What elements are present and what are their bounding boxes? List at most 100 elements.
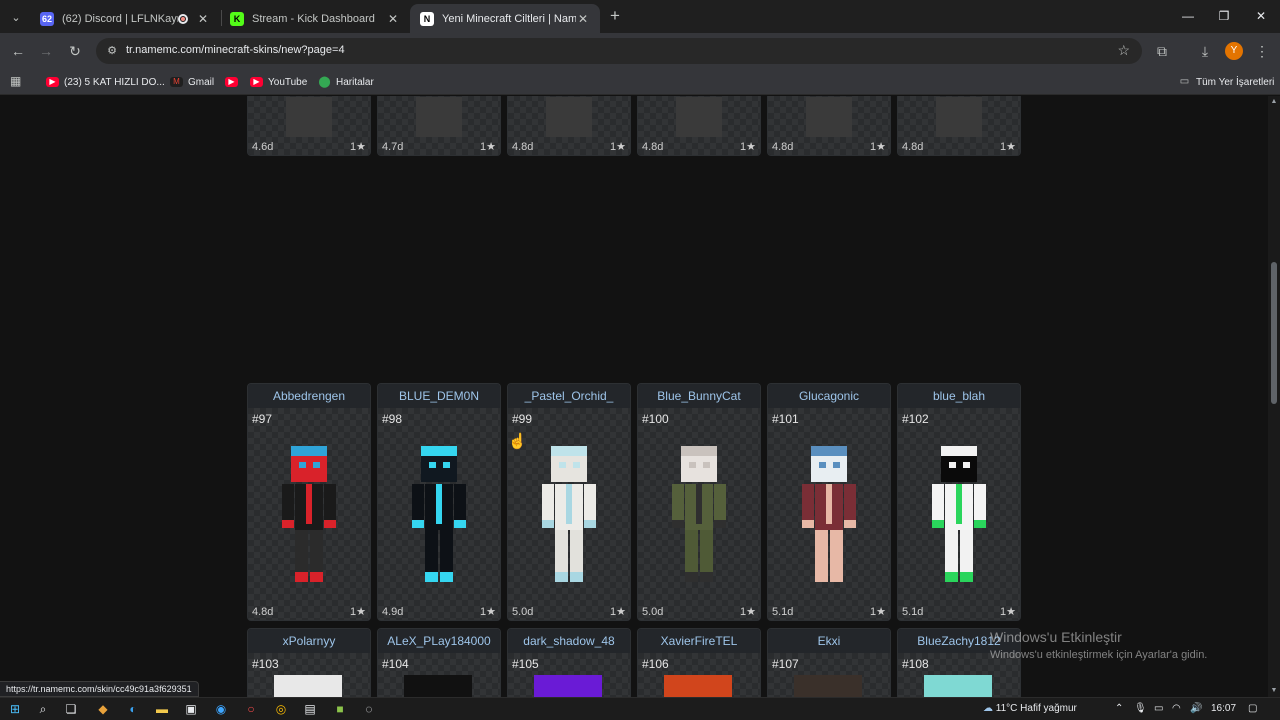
close-icon[interactable]: ✕	[196, 12, 210, 26]
skin-render[interactable]	[660, 426, 738, 602]
skin-shoe	[440, 572, 453, 582]
bookmark-item[interactable]: ▶ (23) 5 KAT HIZLI DO...	[46, 74, 165, 90]
close-icon[interactable]: ✕	[386, 12, 400, 26]
copilot-icon[interactable]: ◆	[95, 701, 111, 717]
skin-name-link[interactable]: Blue_BunnyCat	[638, 384, 760, 408]
skin-card[interactable]: 4.8d 1★	[637, 96, 761, 156]
close-window-button[interactable]: ✕	[1246, 6, 1276, 26]
mail-icon[interactable]: ◉	[213, 701, 229, 717]
skin-card[interactable]: 4.8d 1★	[507, 96, 631, 156]
microphone-icon[interactable]: 🎙	[1134, 703, 1147, 714]
store-icon[interactable]: ▣	[183, 701, 199, 717]
skin-legs	[806, 97, 852, 137]
notepad-icon[interactable]: ▤	[302, 701, 318, 717]
opera-icon[interactable]: ○	[243, 701, 259, 717]
weather-widget[interactable]: ☁ 11°C Hafif yağmur	[983, 703, 1077, 714]
bookmark-item[interactable]: ▶	[225, 74, 243, 90]
tab-discord[interactable]: 62 (62) Discord | LFLNKayra's ... ✕	[30, 4, 220, 33]
tray-chevron-icon[interactable]: ⌃	[1115, 703, 1123, 714]
skin-shoe	[555, 572, 568, 582]
page-scrollbar[interactable]: ▲ ▼	[1268, 96, 1280, 697]
skin-shoe	[960, 572, 973, 582]
skin-card[interactable]: XavierFireTEL #106	[637, 628, 761, 697]
skin-card[interactable]: 4.8d 1★	[767, 96, 891, 156]
skin-name-link[interactable]: XavierFireTEL	[638, 629, 760, 653]
scroll-up-icon[interactable]: ▲	[1270, 98, 1278, 106]
extensions-icon[interactable]: ⧉	[1152, 41, 1172, 61]
skin-name-link[interactable]: Ekxi	[768, 629, 890, 653]
skin-name-link[interactable]: Abbedrengen	[248, 384, 370, 408]
minecraft-icon[interactable]: ■	[332, 701, 348, 717]
file-explorer-icon[interactable]: ▬	[154, 701, 170, 717]
skin-stars: 1★	[870, 606, 886, 618]
skin-card[interactable]: blue_blah #102 5.1d 1★	[897, 383, 1021, 621]
skin-stars: 1★	[350, 141, 366, 153]
search-icon[interactable]: ⌕	[35, 701, 51, 717]
skin-name-link[interactable]: blue_blah	[898, 384, 1020, 408]
skin-name-link[interactable]: ALeX_PLay184000	[378, 629, 500, 653]
skin-name-link[interactable]: Glucagonic	[768, 384, 890, 408]
minimize-button[interactable]: —	[1173, 6, 1203, 26]
skin-head	[274, 675, 342, 697]
skin-card[interactable]: 4.8d 1★	[897, 96, 1021, 156]
restore-button[interactable]: ❐	[1209, 6, 1239, 26]
menu-icon[interactable]: ⋮	[1252, 41, 1272, 61]
skin-card[interactable]: Abbedrengen #97 4.8d 1★	[247, 383, 371, 621]
skin-card[interactable]: ALeX_PLay184000 #104	[377, 628, 501, 697]
activation-watermark-subtitle: Windows'u etkinleştirmek için Ayarlar'a …	[990, 649, 1208, 661]
skin-card[interactable]: Blue_BunnyCat #100 5.0d 1★	[637, 383, 761, 621]
tab-search-chevron-icon[interactable]: ⌄	[6, 7, 26, 27]
skin-card[interactable]: BLUE_DEM0N #98 4.9d 1★	[377, 383, 501, 621]
skin-render[interactable]	[920, 426, 998, 602]
new-tab-button[interactable]: +	[606, 6, 624, 26]
address-bar[interactable]: ⚙ tr.namemc.com/minecraft-skins/new?page…	[96, 38, 1142, 64]
skin-name-link[interactable]: xPolarnyy	[248, 629, 370, 653]
edge-icon[interactable]: ◐	[125, 701, 141, 717]
site-info-icon[interactable]: ⚙	[104, 43, 120, 59]
skin-rank: #97	[252, 412, 273, 426]
tab-kick[interactable]: K Stream - Kick Dashboard ✕	[220, 4, 410, 33]
skin-render[interactable]	[400, 426, 478, 602]
skin-card[interactable]: 4.7d 1★	[377, 96, 501, 156]
bookmark-item[interactable]: ⬤ Haritalar	[318, 74, 373, 90]
scroll-thumb[interactable]	[1271, 262, 1277, 404]
skin-render[interactable]	[790, 426, 868, 602]
volume-icon[interactable]: 🔊	[1190, 703, 1202, 714]
skin-card[interactable]: dark_shadow_48 #105	[507, 628, 631, 697]
apps-grid-icon[interactable]: ▦	[10, 74, 24, 88]
scroll-down-icon[interactable]: ▼	[1270, 687, 1278, 695]
clock[interactable]: 16:07	[1211, 703, 1236, 714]
back-button[interactable]: ←	[8, 41, 28, 61]
bookmark-item[interactable]: M Gmail	[170, 74, 214, 90]
skin-render[interactable]	[530, 426, 608, 602]
tab-namemc[interactable]: N Yeni Minecraft Ciltleri | NameM... ✕	[410, 4, 600, 33]
notifications-icon[interactable]: ▢	[1248, 703, 1257, 714]
skin-name-link[interactable]: _Pastel_Orchid_	[508, 384, 630, 408]
all-bookmarks[interactable]: ▭ Tüm Yer İşaretleri	[1178, 74, 1275, 90]
skin-name-link[interactable]: dark_shadow_48	[508, 629, 630, 653]
skin-card[interactable]: xPolarnyy #103	[247, 628, 371, 697]
skin-render[interactable]	[270, 426, 348, 602]
skin-card[interactable]: Ekxi #107	[767, 628, 891, 697]
download-icon[interactable]: ⤓	[1195, 41, 1215, 61]
bookmark-item[interactable]: ▶ YouTube	[250, 74, 307, 90]
network-icon[interactable]: ▭	[1154, 703, 1163, 714]
reload-button[interactable]: ↻	[65, 41, 85, 61]
profile-avatar[interactable]: Y	[1225, 42, 1243, 60]
skin-hand	[324, 520, 336, 528]
close-icon[interactable]: ✕	[576, 12, 590, 26]
skin-card[interactable]: _Pastel_Orchid_ #99 5.0d 1★	[507, 383, 631, 621]
skin-card[interactable]: 4.6d 1★	[247, 96, 371, 156]
app-icon[interactable]: ◌	[361, 701, 377, 717]
forward-button[interactable]: →	[36, 41, 56, 61]
bookmark-star-icon[interactable]: ☆	[1117, 42, 1130, 59]
skin-name-link[interactable]: BLUE_DEM0N	[378, 384, 500, 408]
task-view-icon[interactable]: ❏	[63, 701, 79, 717]
chrome-icon[interactable]: ◎	[273, 701, 289, 717]
wifi-icon[interactable]: ◠	[1172, 703, 1181, 714]
skin-eye	[559, 462, 566, 468]
bookmark-label: Tüm Yer İşaretleri	[1196, 76, 1275, 88]
url-text[interactable]: tr.namemc.com/minecraft-skins/new?page=4	[126, 44, 345, 56]
skin-card[interactable]: Glucagonic #101 5.1d 1★	[767, 383, 891, 621]
windows-start-icon[interactable]: ⊞	[7, 701, 23, 717]
